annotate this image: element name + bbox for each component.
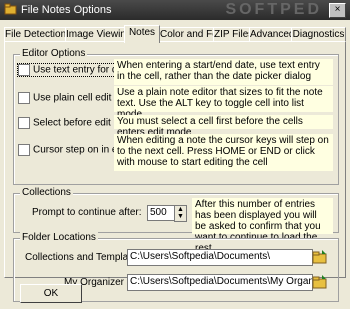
title-bar[interactable]: File Notes Options SOFTPED × [0,0,350,20]
checkbox-box [18,92,30,104]
select-before-edit-checkbox[interactable]: Select before edit [18,117,111,129]
prompt-label: Prompt to continue after: [32,207,142,218]
ok-button[interactable]: OK [20,284,82,303]
checkbox-box [18,144,30,156]
editor-options-group: Editor Options Use text entry for date W… [13,48,339,185]
text-entry-note: When entering a start/end date, use text… [114,59,333,85]
plain-cell-edit-note: Use a plain note editor that sizes to fi… [114,86,333,120]
prompt-count-input[interactable]: 500 [147,205,175,221]
collections-path-input[interactable]: C:\Users\Softpedia\Documents\ [127,249,313,266]
options-window: File Notes Options SOFTPED × File Detect… [0,0,350,309]
tab-notes[interactable]: Notes [124,25,160,43]
checkbox-box [18,64,30,76]
use-plain-cell-edit-checkbox[interactable]: Use plain cell edit [18,92,111,104]
select-before-edit-note: You must select a cell first before the … [114,115,333,138]
tab-file-detection[interactable]: File Detection [4,27,66,42]
browse-folder-icon[interactable] [312,274,328,290]
organizer-path-input[interactable]: C:\Users\Softpedia\Documents\My Organize… [127,274,313,291]
editor-options-legend: Editor Options [20,48,88,59]
collections-note: After this number of entries has been di… [192,198,333,254]
spin-down-icon[interactable]: ▼ [175,213,186,220]
tab-color-and-font[interactable]: Color and Font [159,27,226,42]
tab-diagnostics[interactable]: Diagnostics [291,27,346,42]
collections-legend: Collections [20,187,73,198]
checkbox-box [18,117,30,129]
folder-locations-legend: Folder Locations [20,232,98,243]
collections-templates-label: Collections and Templates [25,252,142,263]
app-icon [4,3,17,15]
watermark: SOFTPED [225,1,322,18]
spin-up-icon[interactable]: ▲ [175,206,186,213]
notes-panel: Editor Options Use text entry for date W… [4,41,346,302]
browse-folder-icon[interactable] [312,249,328,265]
cursor-step-on-note: When editing a note the cursor keys will… [114,134,333,171]
prompt-count-spinner[interactable]: ▲ ▼ [174,205,187,222]
tab-advanced[interactable]: Advanced [249,27,294,42]
tab-zip-files[interactable]: ZIP Files [213,27,253,42]
close-button[interactable]: × [329,3,346,18]
cursor-step-on-checkbox[interactable]: Cursor step on in edit [18,144,128,156]
tab-image-viewing[interactable]: Image Viewing [65,27,131,42]
window-title: File Notes Options [21,4,112,16]
collections-group: Collections Prompt to continue after: 50… [13,187,339,254]
